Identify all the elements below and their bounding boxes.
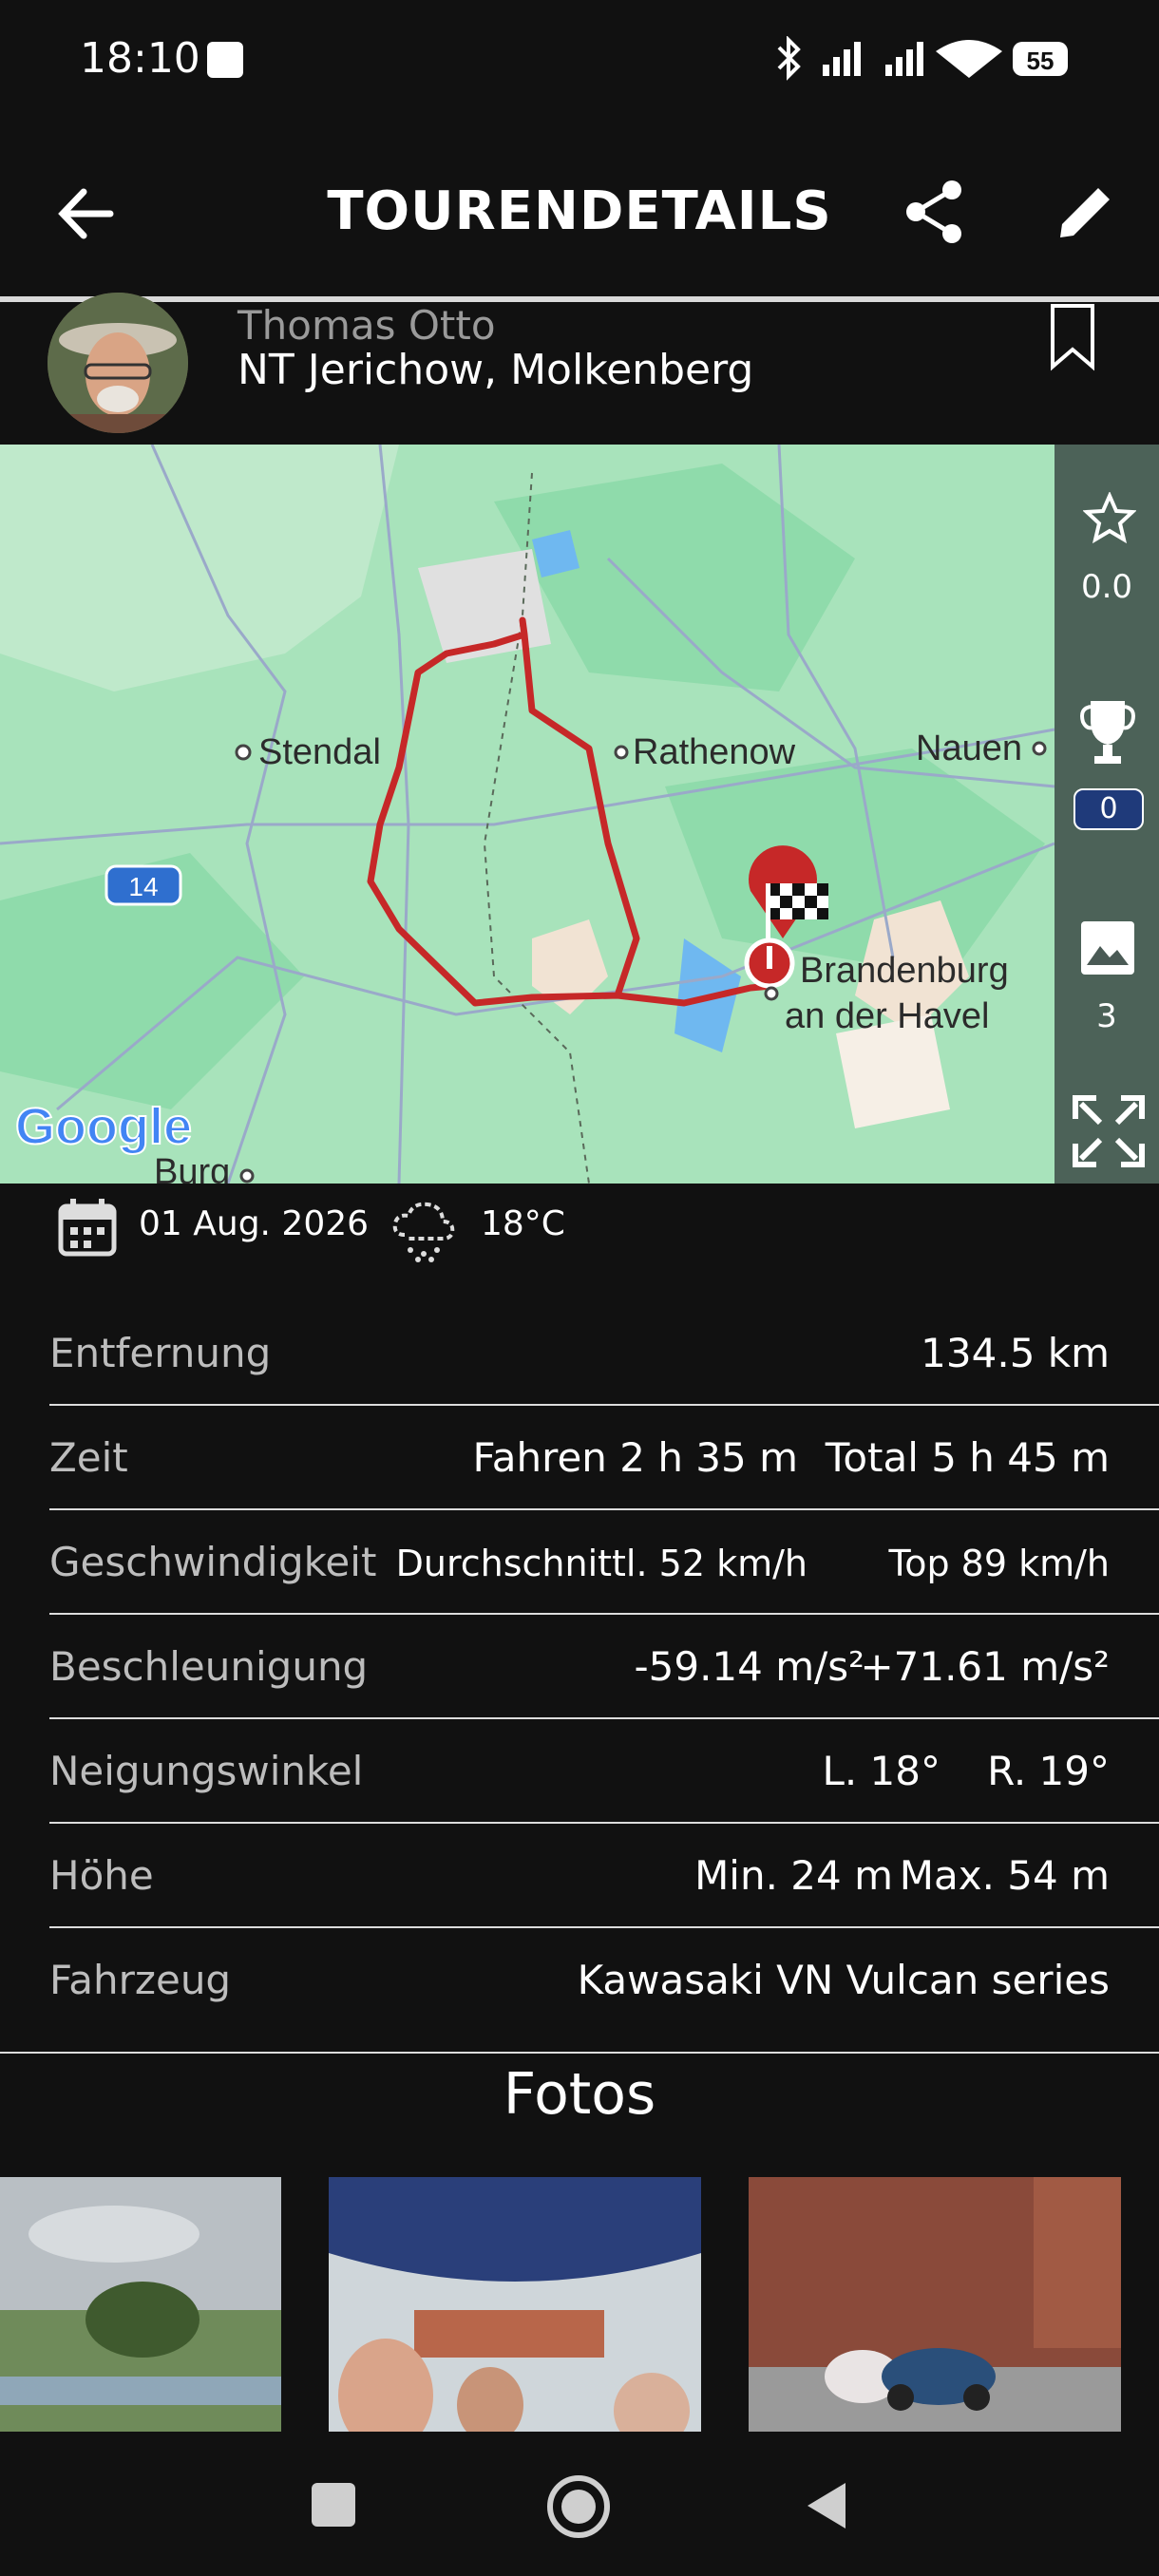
signal-icon	[823, 42, 923, 76]
tour-map[interactable]: Stendal Rathenow Nauen Brandenburg an de…	[0, 445, 1159, 1184]
status-bar: 18:10 55	[0, 0, 1159, 123]
start-marker-icon	[744, 938, 795, 989]
place-label: Nauen	[916, 729, 1022, 768]
edit-pencil-icon[interactable]	[1053, 179, 1119, 245]
photo-thumbnail[interactable]	[0, 2177, 281, 2432]
photo-thumbnail[interactable]	[749, 2177, 1121, 2432]
status-time: 18:10	[80, 34, 200, 83]
author-name[interactable]: Thomas Otto	[238, 302, 496, 349]
stat-row-speed: Geschwindigkeit Durchschnittl. 52 km/h T…	[49, 1510, 1159, 1615]
stat-value: Durchschnittl. 52 km/h	[395, 1543, 808, 1584]
stat-label: Beschleunigung	[49, 1643, 369, 1690]
trophy-count: 0	[1099, 792, 1118, 825]
stat-value: 134.5 km	[921, 1330, 1110, 1376]
section-title: Fotos	[503, 2061, 656, 2128]
stat-row-height: Höhe Min. 24 m Max. 54 m	[49, 1824, 1159, 1928]
stat-row-vehicle: Fahrzeug Kawasaki VN Vulcan series	[49, 1928, 1159, 2031]
place-label: Stendal	[258, 732, 381, 772]
stat-value: R. 19°	[987, 1748, 1110, 1794]
stat-row-time: Zeit Fahren 2 h 35 m Total 5 h 45 m	[49, 1406, 1159, 1510]
trophy-badge: 0	[1074, 788, 1144, 830]
bluetooth-icon	[777, 36, 801, 81]
photos-section: Fotos	[0, 2052, 1159, 2177]
stat-value: Top 89 km/h	[888, 1543, 1110, 1584]
tour-header: Thomas Otto NT Jerichow, Molkenberg	[0, 293, 1159, 445]
weather-cloud-rain-icon	[392, 1202, 455, 1262]
app-bar: TOURENDETAILS	[0, 123, 1159, 294]
stat-value: Total 5 h 45 m	[825, 1434, 1110, 1481]
map-side-panel: 0.0 0 3	[1054, 445, 1159, 1184]
notification-icon	[207, 42, 243, 78]
rating-value: 0.0	[1080, 568, 1133, 606]
place-label: Brandenburg	[800, 951, 1009, 991]
page-title: TOURENDETAILS	[327, 180, 832, 242]
stat-value: Min. 24 m	[694, 1852, 893, 1899]
stat-value: L. 18°	[822, 1748, 940, 1794]
stat-row-lean-angle: Neigungswinkel L. 18° R. 19°	[49, 1719, 1159, 1824]
recent-apps-button[interactable]	[312, 2483, 355, 2527]
stat-label: Neigungswinkel	[49, 1748, 364, 1794]
tour-temperature: 18°C	[481, 1204, 565, 1243]
place-label: Burg	[154, 1152, 230, 1184]
photo-count: 3	[1096, 997, 1117, 1035]
stat-value: Kawasaki VN Vulcan series	[577, 1957, 1110, 2003]
bookmark-icon[interactable]	[1047, 302, 1098, 372]
battery-level: 55	[1027, 47, 1054, 75]
stat-value: +71.61 m/s²	[860, 1643, 1110, 1690]
place-label: an der Havel	[785, 996, 989, 1036]
map-canvas: Stendal Rathenow Nauen Brandenburg an de…	[0, 445, 1159, 1184]
stat-value: Fahren 2 h 35 m	[472, 1434, 798, 1481]
google-logo: Google	[15, 1098, 192, 1155]
road-badge: 14	[104, 864, 182, 906]
calendar-icon	[58, 1199, 117, 1257]
fullscreen-icon[interactable]	[1072, 1094, 1146, 1168]
stat-value: Max. 54 m	[899, 1852, 1110, 1899]
back-nav-button[interactable]	[798, 2477, 855, 2534]
stat-value: -59.14 m/s²	[634, 1643, 864, 1690]
stat-label: Höhe	[49, 1852, 154, 1899]
status-icons: 55	[777, 36, 1068, 81]
star-icon[interactable]	[1083, 492, 1136, 545]
stat-label: Entfernung	[49, 1330, 272, 1376]
stat-row-distance: Entfernung 134.5 km	[49, 1301, 1159, 1406]
stat-label: Fahrzeug	[49, 1957, 232, 2003]
stat-row-acceleration: Beschleunigung -59.14 m/s² +71.61 m/s²	[49, 1615, 1159, 1719]
wifi-icon	[936, 40, 1002, 78]
share-icon[interactable]	[902, 179, 969, 245]
stat-label: Zeit	[49, 1434, 128, 1481]
system-nav-bar	[0, 2432, 1159, 2576]
avatar[interactable]	[48, 293, 188, 433]
tour-meta-row: 01 Aug. 2026 18°C	[0, 1184, 1159, 1288]
svg-text:14: 14	[128, 872, 158, 901]
photo-thumbnail[interactable]	[329, 2177, 701, 2432]
tour-date: 01 Aug. 2026	[139, 1204, 370, 1243]
trophy-icon[interactable]	[1077, 697, 1138, 773]
place-label: Rathenow	[633, 732, 796, 772]
home-button[interactable]	[545, 2473, 612, 2540]
image-icon[interactable]	[1079, 919, 1136, 976]
tour-name: NT Jerichow, Molkenberg	[238, 346, 754, 394]
stat-label: Geschwindigkeit	[49, 1539, 377, 1585]
